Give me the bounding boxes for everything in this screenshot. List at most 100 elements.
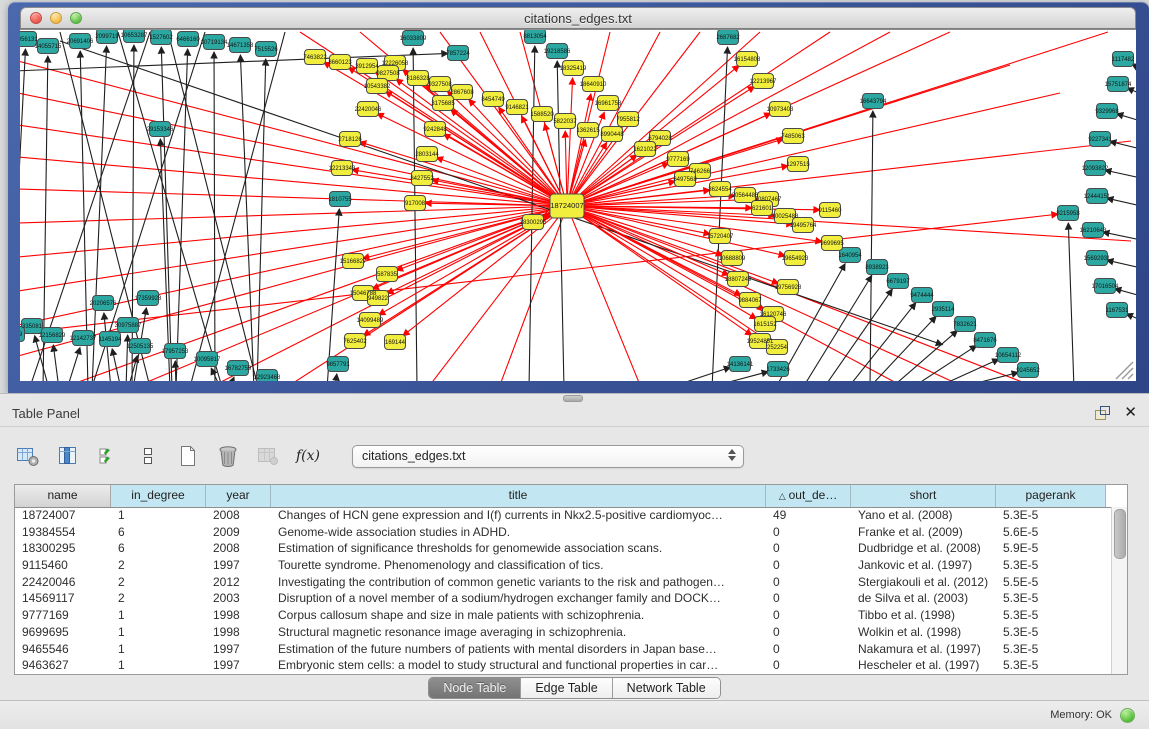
node-label: 17016504	[1092, 284, 1119, 290]
node-label: 10543382	[364, 84, 391, 90]
table-panel: Table Panel ✕ f(x) citations_edges.	[0, 393, 1149, 728]
node-label: 18325419	[560, 66, 587, 72]
select-all-checklist-icon[interactable]	[94, 442, 122, 470]
canvas-resize-grip-icon[interactable]	[1116, 362, 1133, 379]
cell-pagerank: 5.3E-5	[996, 641, 1106, 658]
column-header-out_degree[interactable]: △out_de…	[766, 485, 851, 507]
table-mode-icon[interactable]	[14, 442, 42, 470]
cell-year: 2009	[206, 524, 271, 541]
node-label: 17359928	[135, 296, 162, 302]
column-header-name[interactable]: name	[15, 485, 111, 507]
node-label: 16154808	[734, 57, 761, 63]
table-row[interactable]: 946362711997Embryonic stem cells: a mode…	[15, 657, 1112, 674]
node-label: 2099719	[95, 34, 119, 40]
scrollbar-thumb[interactable]	[1114, 509, 1126, 559]
node-label: 1297515	[786, 162, 810, 168]
node-label: 1145194	[99, 337, 123, 343]
close-window-button[interactable]	[30, 12, 42, 24]
table-row[interactable]: 977716911998Corpus callosum shape and si…	[15, 607, 1112, 624]
vertical-scrollbar[interactable]	[1111, 507, 1127, 674]
window-titlebar[interactable]: citations_edges.txt	[20, 7, 1136, 29]
cell-year: 2008	[206, 540, 271, 557]
table-row[interactable]: 946554611997Estimation of the future num…	[15, 641, 1112, 658]
node-label: 7625402	[343, 339, 367, 345]
cell-year: 1997	[206, 641, 271, 658]
network-nodes: 2056131140557152069140620997191065328715…	[20, 30, 1135, 381]
node-label: 7857224	[446, 51, 470, 57]
table-selector-dropdown[interactable]: citations_edges.txt	[352, 445, 744, 468]
cell-pagerank: 5.5E-5	[996, 574, 1106, 591]
status-bar: Memory: OK	[0, 700, 1149, 729]
cell-in_degree: 1	[111, 624, 206, 641]
table-row[interactable]: 1830029562008Estimation of significance …	[15, 540, 1112, 557]
column-header-in_degree[interactable]: in_degree	[111, 485, 206, 507]
node-label: 169144	[385, 340, 406, 346]
node-label: 621601	[752, 206, 773, 212]
cell-out_degree: 0	[766, 624, 851, 641]
float-panel-icon[interactable]	[1094, 406, 1110, 420]
node-label: 3175685	[431, 101, 455, 107]
cell-in_degree: 2	[111, 574, 206, 591]
node-label: 12213343	[329, 166, 356, 172]
tab-edge-table[interactable]: Edge Table	[521, 678, 612, 698]
cell-year: 2008	[206, 507, 271, 524]
cell-in_degree: 1	[111, 607, 206, 624]
function-builder-icon[interactable]: f(x)	[294, 442, 322, 470]
cell-in_degree: 2	[111, 557, 206, 574]
table-row[interactable]: 1872400712008Changes of HCN gene express…	[15, 507, 1112, 524]
cell-name: 9463627	[15, 657, 111, 674]
cell-in_degree: 1	[111, 507, 206, 524]
cell-out_degree: 0	[766, 590, 851, 607]
node-label: 1117482	[1112, 57, 1135, 63]
column-header-title[interactable]: title	[271, 485, 766, 507]
cell-name: 9465546	[15, 641, 111, 658]
node-label: 16643794	[860, 99, 887, 105]
new-column-document-icon[interactable]	[174, 442, 202, 470]
show-hide-columns-icon[interactable]	[54, 442, 82, 470]
node-label: 19756928	[775, 285, 802, 291]
cell-year: 1998	[206, 607, 271, 624]
node-label: 16033809	[400, 36, 427, 42]
node-label: 9827508	[376, 71, 400, 77]
column-header-year[interactable]: year	[206, 485, 271, 507]
row-height-icon[interactable]	[134, 442, 162, 470]
cell-year: 2003	[206, 590, 271, 607]
node-label: 9857791	[326, 362, 350, 368]
column-header-pagerank[interactable]: pagerank	[996, 485, 1106, 507]
node-label: 2687682	[716, 35, 740, 41]
cell-title: Embryonic stem cells: a model to study s…	[271, 657, 766, 674]
zoom-window-button[interactable]	[70, 12, 82, 24]
node-label: 746266	[690, 169, 711, 175]
table-toolbar: f(x) citations_edges.txt	[14, 434, 1135, 478]
tab-node-table[interactable]: Node Table	[429, 678, 521, 698]
node-label: 29153346	[147, 127, 174, 133]
cell-pagerank: 5.3E-5	[996, 607, 1106, 624]
table-row[interactable]: 1456911722003Disruption of a novel membe…	[15, 590, 1112, 607]
import-table-disabled-icon[interactable]	[254, 442, 282, 470]
delete-column-trash-icon[interactable]	[214, 442, 242, 470]
cell-year: 1998	[206, 624, 271, 641]
table-body: 1872400712008Changes of HCN gene express…	[15, 507, 1112, 674]
memory-status-icon	[1120, 708, 1135, 723]
dropdown-stepper-icon	[728, 449, 736, 461]
cell-name: 18724007	[15, 507, 111, 524]
node-label: 917008	[405, 201, 426, 207]
table-row[interactable]: 969969511998Structural magnetic resonanc…	[15, 624, 1112, 641]
minimize-window-button[interactable]	[50, 12, 62, 24]
table-row[interactable]: 1938455462009Genome-wide association stu…	[15, 524, 1112, 541]
network-canvas[interactable]: 2056131140557152069140620997191065328715…	[20, 29, 1136, 381]
cell-out_degree: 0	[766, 607, 851, 624]
cell-short: de Silva et al. (2003)	[851, 590, 996, 607]
tab-network-table[interactable]: Network Table	[613, 678, 720, 698]
node-label: 15692931	[1084, 256, 1111, 262]
node-label: 12156829	[39, 333, 66, 339]
node-label: 6466160	[176, 37, 200, 43]
node-label: 14136141	[727, 362, 754, 368]
node-label: 17957253	[162, 349, 189, 355]
cell-out_degree: 0	[766, 574, 851, 591]
column-header-short[interactable]: short	[851, 485, 996, 507]
table-row[interactable]: 2242004622012Investigating the contribut…	[15, 574, 1112, 591]
table-row[interactable]: 911546021997Tourette syndrome. Phenomeno…	[15, 557, 1112, 574]
close-panel-icon[interactable]: ✕	[1124, 406, 1137, 420]
node-label: 9777169	[666, 157, 690, 163]
